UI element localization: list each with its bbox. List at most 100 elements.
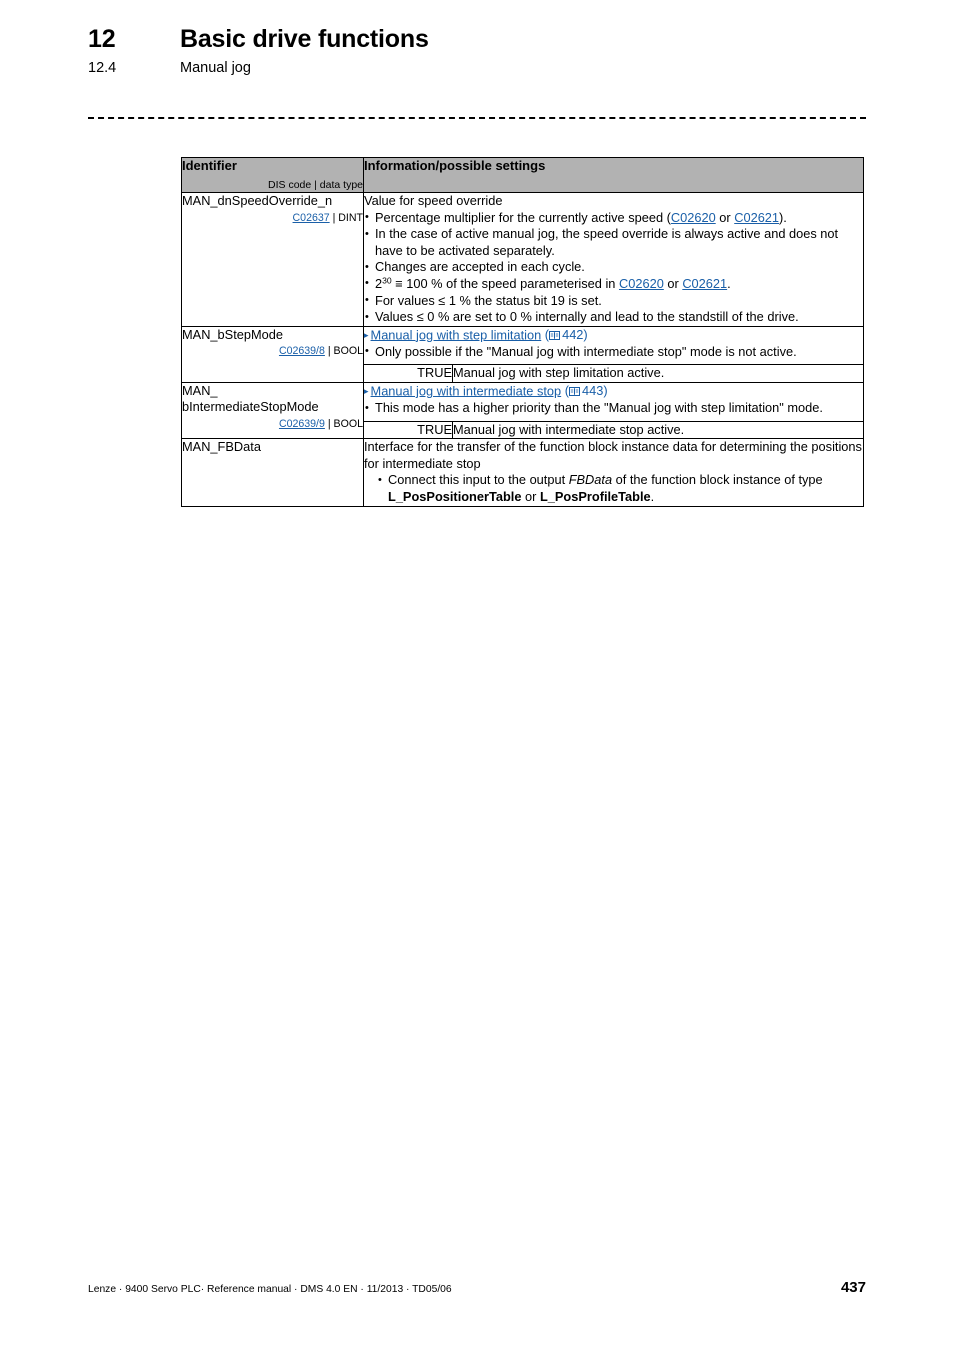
bullet-item: Connect this input to the output FBData … xyxy=(377,472,863,505)
bullet-segment: or xyxy=(663,275,683,291)
bullet-item: This mode has a higher priority than the… xyxy=(364,400,863,417)
value-table: TRUE Manual jog with intermediate stop ac… xyxy=(364,421,863,439)
bullet-segment: Values ≤ 0 % are set to 0 % internally a… xyxy=(375,309,799,325)
information-cell: ▸Manual jog with step limitation (442)On… xyxy=(363,325,864,366)
information-cell: ▸ Manual jog with intermediate stop (443)… xyxy=(363,381,864,422)
bold-term: L_PosPositionerTable xyxy=(388,488,522,504)
meta-separator: | xyxy=(329,211,339,224)
information-cell: Value for speed overridePercentage multi… xyxy=(363,192,864,327)
bullet-item: Only possible if the "Manual jog with in… xyxy=(364,343,863,361)
book-icon xyxy=(569,386,580,396)
parameter-table: Identifier DIS code | data type Informat… xyxy=(181,157,864,507)
parameter-meta: C02637 | DINT xyxy=(182,211,363,226)
meta-separator: | xyxy=(324,417,334,430)
parameter-link[interactable]: C02620 xyxy=(619,276,664,291)
value-label: TRUE xyxy=(364,365,453,382)
identifier-cell: MAN_ bIntermediateStopMode C02639/9 | BOOL xyxy=(181,381,364,440)
cross-reference-link[interactable]: ▸ Manual jog with intermediate stop (443) xyxy=(364,383,863,400)
book-icon xyxy=(549,330,561,340)
value-row-cell: TRUE Manual jog with intermediate stop ac… xyxy=(363,420,864,440)
parameter-identifier: MAN_bStepMode xyxy=(182,326,284,342)
dis-code-link[interactable]: C02637 xyxy=(293,212,330,224)
header-dashed-rule xyxy=(88,117,866,119)
table-row: MAN_dnSpeedOverride_n C02637 | DINT Value … xyxy=(181,192,864,327)
table-header: Identifier DIS code | data type Informat… xyxy=(181,157,864,193)
cross-reference-link[interactable]: ▸ Manual jog with step limitation (442) xyxy=(364,327,863,344)
bullet-segment: Connect this input to the output xyxy=(388,472,569,488)
footer-page-number: 437 xyxy=(840,1279,866,1296)
parameter-meta: C02639/9 | BOOL xyxy=(182,417,363,432)
info-lead-text: Interface for the transfer of the functi… xyxy=(364,439,862,471)
bullet-segment: Changes are accepted in each cycle. xyxy=(375,259,585,275)
chapter-number: 12 xyxy=(88,25,116,53)
bullet-segment: of the function block instance of type xyxy=(612,472,823,488)
dis-code-link[interactable]: C02639/8 xyxy=(279,345,325,357)
page-footer: Lenze · 9400 Servo PLC· Reference manual… xyxy=(88,1280,866,1297)
information-cell: Interface for the transfer of the functi… xyxy=(363,438,864,507)
bullet-item: Percentage multiplier for the currently … xyxy=(364,209,863,227)
table-row: MAN_bStepMode C02639/8 | BOOL ▸ Manual jog … xyxy=(181,325,864,383)
section-title: Manual jog xyxy=(180,60,251,76)
triangle-right-icon: ▸ xyxy=(364,385,369,396)
identifier-cell: MAN_dnSpeedOverride_n C02637 | DINT xyxy=(181,192,364,327)
italic-term: FBData xyxy=(568,472,613,488)
page-header: 12 Basic drive functions 12.4 Manual jog xyxy=(88,24,866,77)
bullet-item: 230 ≡ 100 % of the speed parameterised i… xyxy=(364,275,863,293)
bullet-segment: ). xyxy=(779,209,787,225)
bullet-segment: or xyxy=(521,488,540,504)
bold-term: L_PosProfileTable xyxy=(539,488,651,504)
identifier-cell: MAN_FBData xyxy=(181,438,364,507)
table-body: MAN_dnSpeedOverride_n C02637 | DINT Value … xyxy=(181,192,864,507)
table-row: MAN_FBData Interface for the transfer of … xyxy=(181,438,864,507)
triangle-right-icon: ▸ xyxy=(364,329,369,340)
parameter-identifier: MAN_dnSpeedOverride_n xyxy=(182,193,333,208)
bullet-list: Connect this input to the output FBData … xyxy=(377,472,863,505)
bullet-segment: Only possible if the "Manual jog with in… xyxy=(375,343,797,359)
value-row: TRUE Manual jog with step limitation acti… xyxy=(364,365,863,382)
parameter-meta: C02639/8 | BOOL xyxy=(182,344,363,359)
meta-separator: | xyxy=(324,345,334,358)
bullet-list: Percentage multiplier for the currently … xyxy=(364,209,863,326)
value-row: TRUE Manual jog with intermediate stop ac… xyxy=(364,421,863,439)
parameter-link[interactable]: C02621 xyxy=(682,276,727,291)
value-row-cell: TRUE Manual jog with step limitation acti… xyxy=(363,364,864,383)
cross-reference-text[interactable]: Manual jog with intermediate stop xyxy=(371,383,562,398)
exponent: 30 xyxy=(382,275,392,286)
dis-code-link[interactable]: C02639/9 xyxy=(279,418,325,430)
column-header-identifier: Identifier DIS code | data type xyxy=(181,157,364,193)
bullet-item: In the case of active manual jog, the sp… xyxy=(364,226,863,259)
footer-imprint: Lenze · 9400 Servo PLC· Reference manual… xyxy=(88,1284,452,1295)
data-type: BOOL xyxy=(333,417,363,430)
bullet-item: Changes are accepted in each cycle. xyxy=(364,259,863,276)
bullet-segment: or xyxy=(715,209,735,225)
chapter-heading-row: 12 Basic drive functions xyxy=(88,24,866,54)
parameter-identifier: MAN_ bIntermediateStopMode xyxy=(182,382,319,415)
value-table: TRUE Manual jog with step limitation acti… xyxy=(364,365,863,382)
bullet-list: Only possible if the "Manual jog with in… xyxy=(364,343,863,361)
cross-reference-page: (443) xyxy=(561,383,608,399)
cross-reference-page: (442) xyxy=(541,327,588,343)
data-type: BOOL xyxy=(333,345,363,358)
bullet-list: This mode has a higher priority than the… xyxy=(364,400,863,417)
parameter-identifier: MAN_FBData xyxy=(182,439,261,455)
value-description: Manual jog with intermediate stop active… xyxy=(453,421,685,437)
column-header-identifier-label: Identifier xyxy=(182,158,237,173)
bullet-item: For values ≤ 1 % the status bit 19 is se… xyxy=(364,292,863,310)
bullet-segment: . xyxy=(650,488,655,504)
bullet-segment: . xyxy=(727,275,731,291)
table-row: MAN_ bIntermediateStopMode C02639/9 | BOOL… xyxy=(181,381,864,440)
parameter-link[interactable]: C02621 xyxy=(734,210,779,225)
chapter-title: Basic drive functions xyxy=(180,25,429,53)
bullet-segment: ≡ 100 % of the speed parameterised in xyxy=(391,275,619,291)
column-header-identifier-sub: DIS code | data type xyxy=(268,179,363,191)
cross-reference-text[interactable]: Manual jog with step limitation xyxy=(371,327,542,342)
bullet-segment: For values ≤ 1 % the status bit 19 is se… xyxy=(375,292,602,308)
info-lead-text: Value for speed override xyxy=(364,193,503,208)
bullet-item: Values ≤ 0 % are set to 0 % internally a… xyxy=(364,309,863,326)
table-header-row: Identifier DIS code | data type Informat… xyxy=(181,157,864,193)
bullet-segment: This mode has a higher priority than the… xyxy=(375,400,823,416)
value-description: Manual jog with step limitation active. xyxy=(453,365,665,381)
identifier-cell: MAN_bStepMode C02639/8 | BOOL xyxy=(181,325,364,383)
bullet-segment: In the case of active manual jog, the sp… xyxy=(375,226,839,258)
parameter-link[interactable]: C02620 xyxy=(671,210,716,225)
